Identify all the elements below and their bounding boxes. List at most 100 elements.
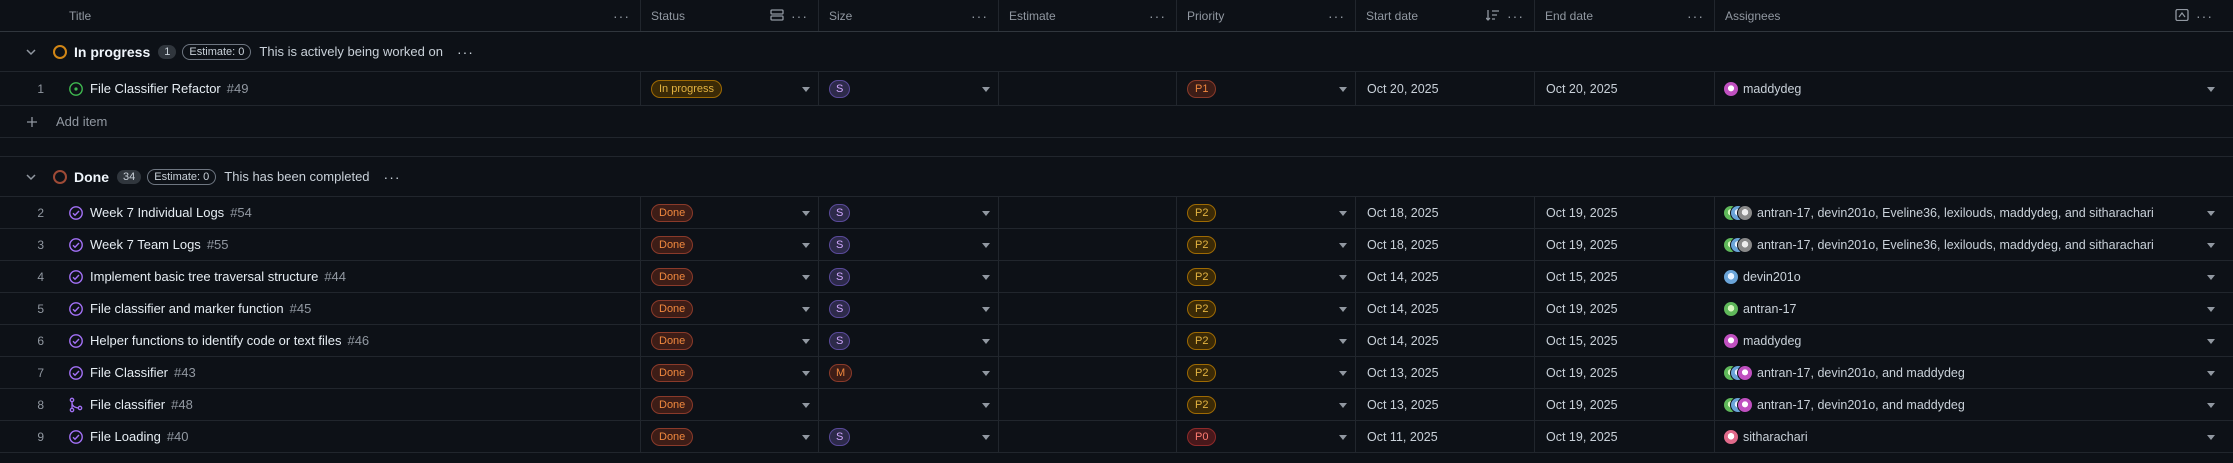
size-cell[interactable]: S bbox=[819, 261, 999, 292]
dropdown-caret-icon[interactable] bbox=[982, 210, 990, 216]
chevron-down-icon[interactable] bbox=[23, 169, 39, 185]
end-date-cell[interactable]: Oct 19, 2025 bbox=[1535, 293, 1715, 324]
dropdown-caret-icon[interactable] bbox=[802, 402, 810, 408]
size-cell[interactable]: S bbox=[819, 197, 999, 228]
table-row[interactable]: 6 Helper functions to identify code or te… bbox=[0, 325, 2233, 357]
end-date-cell[interactable]: Oct 20, 2025 bbox=[1535, 72, 1715, 105]
column-menu-icon[interactable]: ··· bbox=[1328, 8, 1345, 24]
dropdown-caret-icon[interactable] bbox=[982, 370, 990, 376]
assignees-cell[interactable]: antran-17 bbox=[1715, 293, 2223, 324]
priority-cell[interactable]: P0 bbox=[1177, 421, 1356, 452]
assignees-cell[interactable]: antran-17, devin201o, Eveline36, lexilou… bbox=[1715, 197, 2223, 228]
dropdown-caret-icon[interactable] bbox=[982, 274, 990, 280]
start-date-cell[interactable]: Oct 18, 2025 bbox=[1356, 197, 1535, 228]
end-date-cell[interactable]: Oct 15, 2025 bbox=[1535, 261, 1715, 292]
dropdown-caret-icon[interactable] bbox=[982, 86, 990, 92]
assignees-cell[interactable]: antran-17, devin201o, Eveline36, lexilou… bbox=[1715, 229, 2223, 260]
status-cell[interactable]: In progress bbox=[641, 72, 819, 105]
dropdown-caret-icon[interactable] bbox=[2207, 242, 2215, 248]
title-cell[interactable]: Helper functions to identify code or tex… bbox=[52, 325, 641, 356]
size-cell[interactable]: S bbox=[819, 72, 999, 105]
column-header-estimate[interactable]: Estimate ··· bbox=[999, 0, 1177, 31]
start-date-cell[interactable]: Oct 14, 2025 bbox=[1356, 261, 1535, 292]
dropdown-caret-icon[interactable] bbox=[982, 242, 990, 248]
add-field-icon[interactable] bbox=[2175, 9, 2189, 21]
dropdown-caret-icon[interactable] bbox=[982, 306, 990, 312]
column-header-size[interactable]: Size ··· bbox=[819, 0, 999, 31]
start-date-cell[interactable]: Oct 14, 2025 bbox=[1356, 325, 1535, 356]
estimate-cell[interactable] bbox=[999, 72, 1177, 105]
column-header-assignees[interactable]: Assignees ··· bbox=[1715, 0, 2223, 31]
status-cell[interactable]: Done bbox=[641, 421, 819, 452]
end-date-cell[interactable]: Oct 15, 2025 bbox=[1535, 325, 1715, 356]
end-date-cell[interactable]: Oct 19, 2025 bbox=[1535, 229, 1715, 260]
title-cell[interactable]: Week 7 Team Logs #55 bbox=[52, 229, 641, 260]
group-by-icon[interactable] bbox=[770, 9, 784, 21]
issue-title-link[interactable]: File classifier bbox=[90, 397, 165, 412]
estimate-cell[interactable] bbox=[999, 293, 1177, 324]
estimate-cell[interactable] bbox=[999, 261, 1177, 292]
status-cell[interactable]: Done bbox=[641, 389, 819, 420]
column-menu-icon[interactable]: ··· bbox=[1507, 8, 1524, 24]
priority-cell[interactable]: P2 bbox=[1177, 197, 1356, 228]
start-date-cell[interactable]: Oct 20, 2025 bbox=[1356, 72, 1535, 105]
column-header-start-date[interactable]: Start date ··· bbox=[1356, 0, 1535, 31]
column-header-status[interactable]: Status ··· bbox=[641, 0, 819, 31]
start-date-cell[interactable]: Oct 13, 2025 bbox=[1356, 389, 1535, 420]
dropdown-caret-icon[interactable] bbox=[1339, 402, 1347, 408]
estimate-cell[interactable] bbox=[999, 421, 1177, 452]
title-cell[interactable]: File Classifier #43 bbox=[52, 357, 641, 388]
dropdown-caret-icon[interactable] bbox=[1339, 274, 1347, 280]
priority-cell[interactable]: P2 bbox=[1177, 261, 1356, 292]
size-cell[interactable]: S bbox=[819, 229, 999, 260]
issue-title-link[interactable]: File Classifier bbox=[90, 365, 168, 380]
assignees-cell[interactable]: sitharachari bbox=[1715, 421, 2223, 452]
size-cell[interactable] bbox=[819, 389, 999, 420]
dropdown-caret-icon[interactable] bbox=[1339, 86, 1347, 92]
dropdown-caret-icon[interactable] bbox=[802, 338, 810, 344]
issue-title-link[interactable]: Helper functions to identify code or tex… bbox=[90, 333, 341, 348]
end-date-cell[interactable]: Oct 19, 2025 bbox=[1535, 357, 1715, 388]
issue-title-link[interactable]: File Loading bbox=[90, 429, 161, 444]
issue-title-link[interactable]: File classifier and marker function bbox=[90, 301, 284, 316]
assignees-cell[interactable]: maddydeg bbox=[1715, 325, 2223, 356]
column-menu-icon[interactable]: ··· bbox=[613, 8, 630, 24]
assignees-cell[interactable]: maddydeg bbox=[1715, 72, 2223, 105]
table-row[interactable]: 7 File Classifier #43 Done M P2 Oct 13, 2025 Oc… bbox=[0, 357, 2233, 389]
end-date-cell[interactable]: Oct 19, 2025 bbox=[1535, 197, 1715, 228]
title-cell[interactable]: File classifier #48 bbox=[52, 389, 641, 420]
dropdown-caret-icon[interactable] bbox=[802, 370, 810, 376]
column-header-end-date[interactable]: End date ··· bbox=[1535, 0, 1715, 31]
dropdown-caret-icon[interactable] bbox=[1339, 306, 1347, 312]
dropdown-caret-icon[interactable] bbox=[1339, 242, 1347, 248]
size-cell[interactable]: M bbox=[819, 357, 999, 388]
dropdown-caret-icon[interactable] bbox=[982, 338, 990, 344]
column-header-title[interactable]: Title ··· bbox=[52, 0, 641, 31]
status-cell[interactable]: Done bbox=[641, 197, 819, 228]
title-cell[interactable]: Week 7 Individual Logs #54 bbox=[52, 197, 641, 228]
size-cell[interactable]: S bbox=[819, 325, 999, 356]
start-date-cell[interactable]: Oct 18, 2025 bbox=[1356, 229, 1535, 260]
priority-cell[interactable]: P2 bbox=[1177, 325, 1356, 356]
column-menu-icon[interactable]: ··· bbox=[791, 8, 808, 24]
assignees-cell[interactable]: devin201o bbox=[1715, 261, 2223, 292]
column-header-priority[interactable]: Priority ··· bbox=[1177, 0, 1356, 31]
priority-cell[interactable]: P2 bbox=[1177, 293, 1356, 324]
table-row[interactable]: 2 Week 7 Individual Logs #54 Done S P2 Oct 18,… bbox=[0, 197, 2233, 229]
dropdown-caret-icon[interactable] bbox=[802, 306, 810, 312]
size-cell[interactable]: S bbox=[819, 421, 999, 452]
add-item-row[interactable]: Add item bbox=[0, 106, 2233, 138]
table-row[interactable]: 3 Week 7 Team Logs #55 Done S P2 Oct 18, 2025 O… bbox=[0, 229, 2233, 261]
start-date-cell[interactable]: Oct 13, 2025 bbox=[1356, 357, 1535, 388]
group-menu-icon[interactable]: ··· bbox=[384, 169, 401, 185]
end-date-cell[interactable]: Oct 19, 2025 bbox=[1535, 389, 1715, 420]
estimate-cell[interactable] bbox=[999, 325, 1177, 356]
issue-title-link[interactable]: Week 7 Team Logs bbox=[90, 237, 201, 252]
table-row[interactable]: 5 File classifier and marker function #45 D… bbox=[0, 293, 2233, 325]
priority-cell[interactable]: P2 bbox=[1177, 229, 1356, 260]
issue-title-link[interactable]: Implement basic tree traversal structure bbox=[90, 269, 318, 284]
priority-cell[interactable]: P2 bbox=[1177, 389, 1356, 420]
title-cell[interactable]: File Loading #40 bbox=[52, 421, 641, 452]
estimate-cell[interactable] bbox=[999, 389, 1177, 420]
table-row[interactable]: 4 Implement basic tree traversal structur… bbox=[0, 261, 2233, 293]
